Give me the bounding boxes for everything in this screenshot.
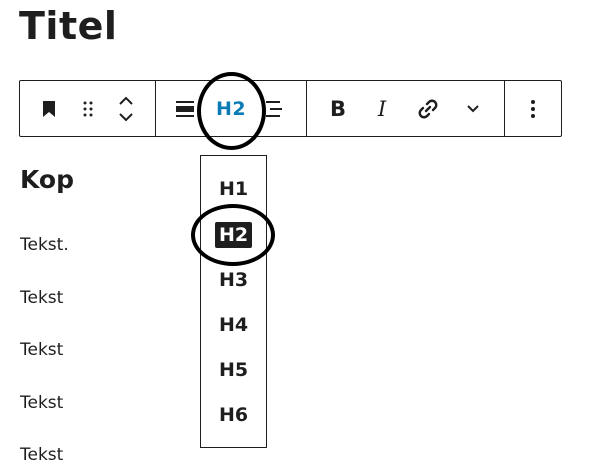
paragraph: Tekst	[20, 288, 64, 308]
paragraph: Tekst	[20, 340, 64, 360]
menu-item-h6[interactable]: H6	[201, 396, 266, 434]
italic-label: I	[377, 96, 387, 121]
align-icon[interactable]	[170, 81, 200, 136]
text-align-icon[interactable]	[260, 81, 290, 136]
italic-button[interactable]: I	[368, 81, 396, 136]
heading-level-label: H2	[215, 97, 247, 120]
toolbar-divider	[306, 81, 307, 136]
move-up-icon[interactable]	[118, 94, 134, 106]
menu-item-h2[interactable]: H2	[201, 216, 266, 254]
menu-item-h1[interactable]: H1	[201, 170, 266, 208]
menu-item-h4[interactable]: H4	[201, 306, 266, 344]
bookmark-icon[interactable]	[34, 81, 64, 136]
drag-handle-icon[interactable]	[73, 81, 103, 136]
chevron-down-icon[interactable]	[458, 81, 488, 136]
move-buttons	[112, 81, 140, 136]
toolbar-divider	[155, 81, 156, 136]
content-heading: Kop	[20, 165, 75, 194]
move-down-icon[interactable]	[118, 112, 134, 124]
paragraph: Tekst.	[20, 235, 69, 255]
more-options-icon[interactable]	[518, 81, 548, 136]
menu-item-h3[interactable]: H3	[201, 261, 266, 299]
bold-button[interactable]: B	[322, 81, 354, 136]
heading-level-button[interactable]: H2	[206, 81, 256, 136]
page-title: Titel	[19, 4, 118, 48]
paragraph: Tekst	[20, 445, 64, 465]
menu-item-h5[interactable]: H5	[201, 351, 266, 389]
link-icon[interactable]	[412, 81, 444, 136]
block-toolbar: H2 B I	[19, 80, 562, 137]
heading-level-menu: H1 H2 H3 H4 H5 H6	[200, 155, 267, 448]
bold-label: B	[329, 96, 346, 121]
toolbar-divider	[504, 81, 505, 136]
paragraph: Tekst	[20, 393, 64, 413]
